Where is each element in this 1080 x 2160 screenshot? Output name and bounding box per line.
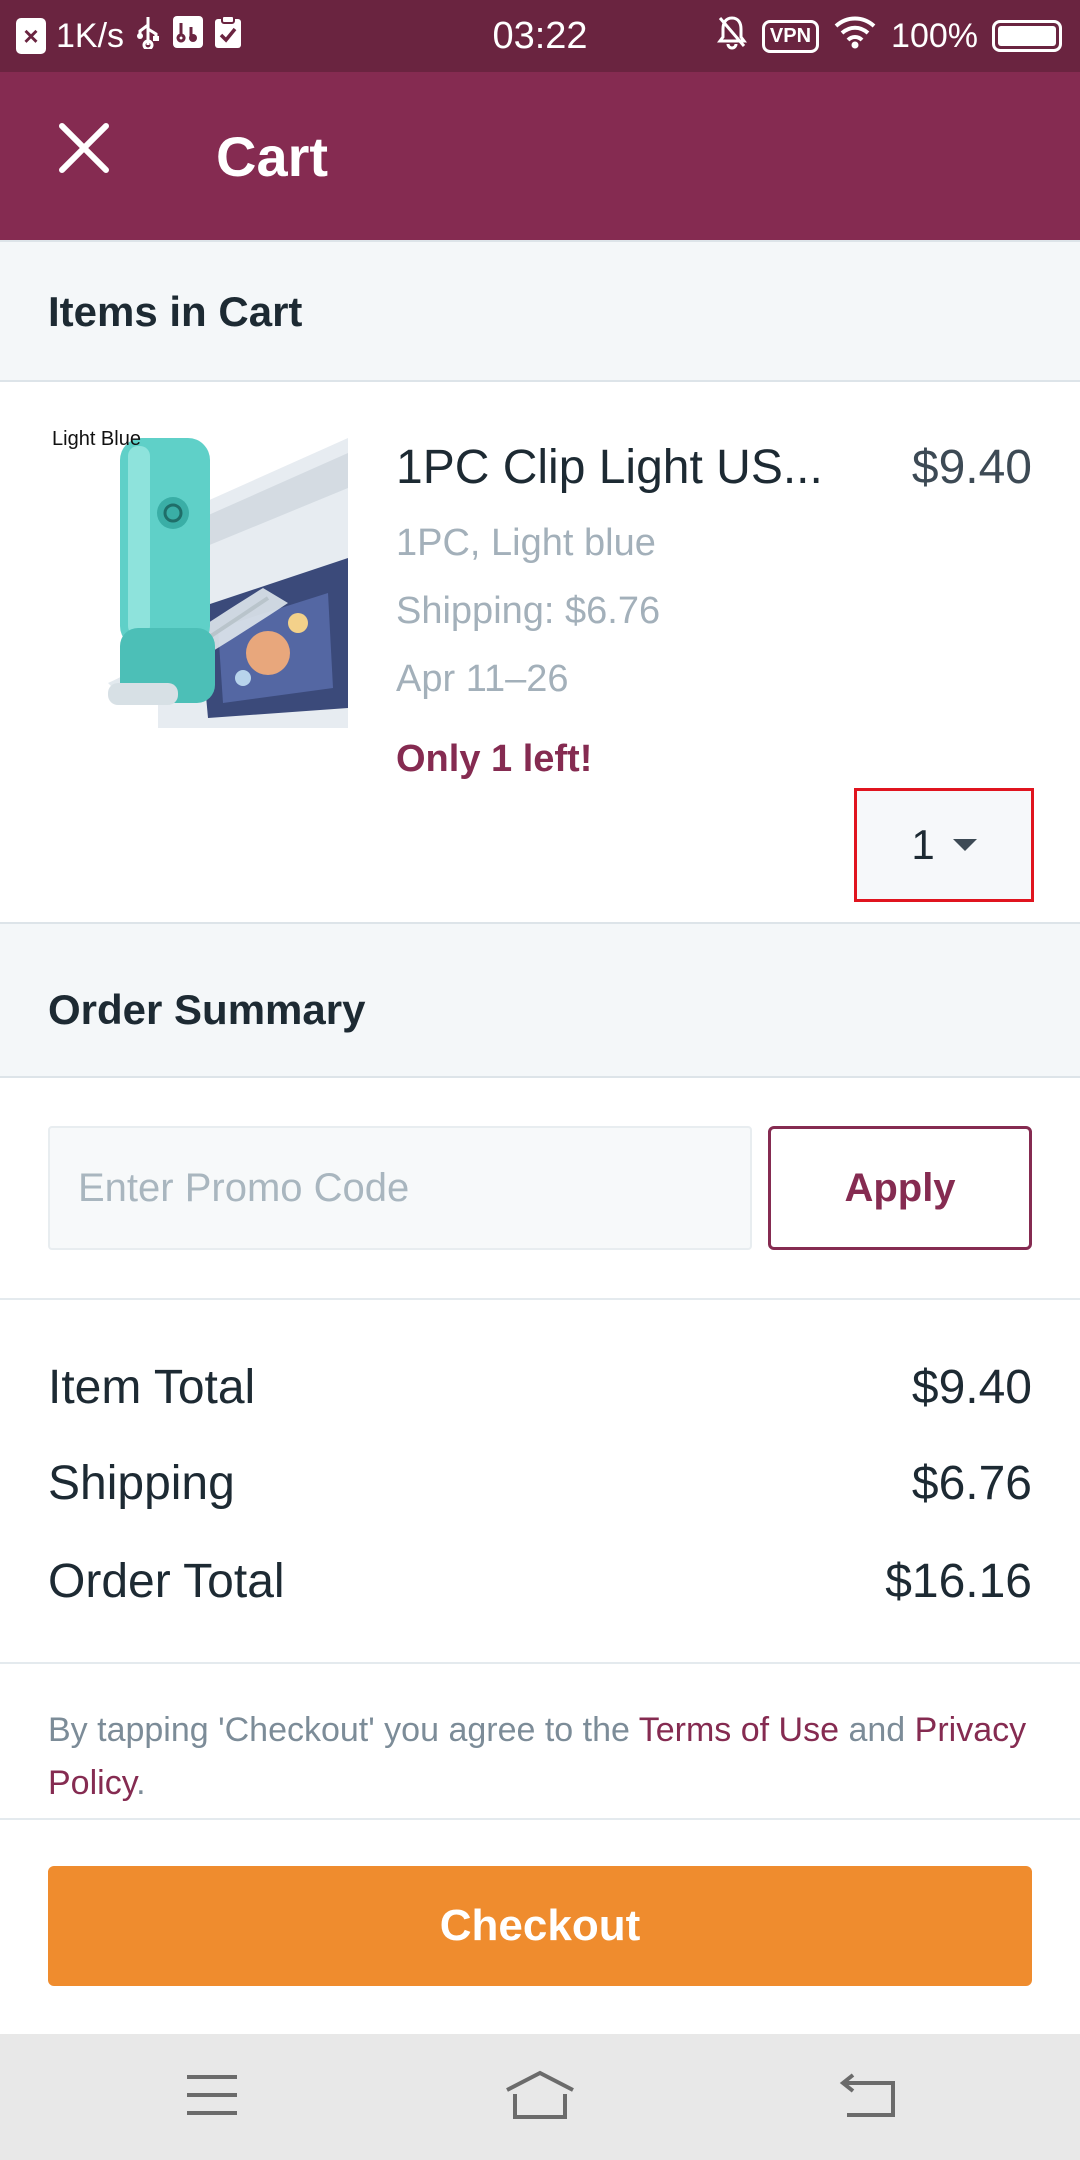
product-variant: 1PC, Light blue [396,522,656,564]
product-title[interactable]: 1PC Clip Light US... [396,440,823,495]
nav-back-button[interactable] [818,2064,918,2130]
divider [0,1298,1080,1300]
bell-off-icon [716,14,748,59]
shipping-total-value: $6.76 [911,1457,1032,1510]
status-bar: × 1K/s 03:22 VPN 100% [0,0,1080,72]
status-right: VPN 100% [716,0,1062,72]
legal-suffix: . [136,1764,146,1802]
divider [0,1818,1080,1820]
home-icon [503,2070,577,2125]
order-total-value: $16.16 [885,1555,1032,1608]
apply-promo-button[interactable]: Apply [768,1126,1032,1250]
wifi-icon [833,15,877,58]
item-total-label: Item Total [48,1361,256,1414]
summary-section-header: Order Summary [0,922,1080,1078]
close-icon [58,122,110,179]
item-total-value: $9.40 [911,1361,1032,1414]
quantity-dropdown[interactable]: 1 [854,788,1034,902]
legal-conjunction: and [839,1711,915,1749]
product-delivery-date: Apr 11–26 [396,658,569,700]
legal-notice: By tapping 'Checkout' you agree to the T… [48,1704,1032,1810]
page-title: Cart [216,125,329,188]
battery-level: 100% [891,16,978,55]
product-image-label: Light Blue [52,428,141,450]
shipping-total-label: Shipping [48,1457,235,1510]
legal-prefix: By tapping 'Checkout' you agree to the [48,1711,639,1749]
stock-alert: Only 1 left! [396,738,593,780]
app-bar: Cart [0,72,1080,240]
close-button[interactable] [46,112,122,188]
product-price: $9.40 [911,441,1032,494]
promo-code-input[interactable] [48,1126,752,1250]
items-section-header: Items in Cart [0,240,1080,382]
menu-icon [185,2073,239,2122]
quantity-value: 1 [911,821,935,868]
terms-of-use-link[interactable]: Terms of Use [639,1711,839,1749]
caret-down-icon [952,839,977,851]
order-total-label: Order Total [48,1555,285,1608]
vpn-badge: VPN [761,19,820,53]
nav-menu-button[interactable] [162,2064,262,2130]
system-nav-bar [0,2034,1080,2160]
back-icon [839,2071,897,2124]
divider [0,1662,1080,1664]
summary-section-title: Order Summary [48,986,366,1033]
items-section-title: Items in Cart [48,288,303,335]
clip-light-illustration [48,428,348,728]
battery-icon [992,20,1062,52]
product-shipping: Shipping: $6.76 [396,590,661,632]
checkout-button[interactable]: Checkout [48,1866,1032,1986]
product-image[interactable]: Light Blue [48,428,348,728]
nav-home-button[interactable] [490,2064,590,2130]
